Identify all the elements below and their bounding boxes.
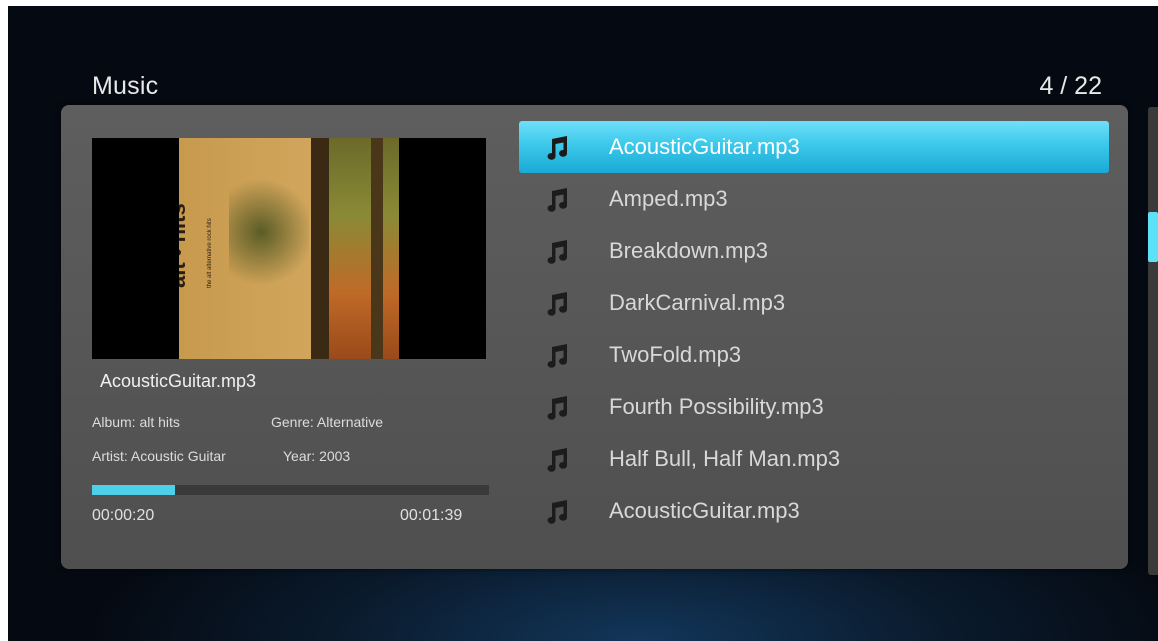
genre-info: Genre: Alternative bbox=[271, 414, 384, 430]
playlist-item[interactable]: Half Bull, Half Man.mp3 bbox=[519, 433, 1109, 485]
playlist-item-label: AcousticGuitar.mp3 bbox=[609, 498, 800, 523]
total-time: 00:01:39 bbox=[400, 507, 463, 524]
music-note-icon bbox=[543, 341, 571, 369]
track-list: AcousticGuitar.mp3 Amped.mp3 Breakdown.mp3… bbox=[519, 121, 1109, 537]
year-info: Year: 2003 bbox=[283, 448, 351, 464]
playlist-item-label: Half Bull, Half Man.mp3 bbox=[609, 446, 841, 471]
playlist-item[interactable]: AcousticGuitar.mp3 bbox=[519, 121, 1109, 173]
scrollbar[interactable] bbox=[1148, 107, 1158, 575]
playlist-item[interactable]: Breakdown.mp3 bbox=[519, 225, 1109, 277]
now-playing-track-name: AcousticGuitar.mp3 bbox=[100, 371, 257, 391]
scrollbar-thumb[interactable] bbox=[1148, 211, 1158, 262]
playlist-item[interactable]: Fourth Possibility.mp3 bbox=[519, 381, 1109, 433]
album-art-subtitle: the alt alternative rock hits bbox=[207, 218, 213, 288]
music-note-icon bbox=[543, 185, 571, 213]
music-note-icon bbox=[543, 289, 571, 317]
playback-progress-bar[interactable] bbox=[92, 485, 489, 495]
page-title: Music bbox=[92, 72, 159, 100]
playlist-item-label: TwoFold.mp3 bbox=[609, 342, 742, 367]
music-note-icon bbox=[543, 237, 571, 265]
playlist-item-label: AcousticGuitar.mp3 bbox=[609, 134, 800, 159]
music-note-icon bbox=[543, 133, 571, 161]
music-note-icon bbox=[543, 497, 571, 525]
playlist-item[interactable]: TwoFold.mp3 bbox=[519, 329, 1109, 381]
album-art-logo: alt • hits bbox=[179, 203, 190, 288]
music-browser-screen: Music 4 / 22 alt • hits the alt alternat… bbox=[8, 6, 1158, 641]
playlist-item-label: Amped.mp3 bbox=[609, 186, 728, 211]
album-art: alt • hits the alt alternative rock hits bbox=[92, 138, 486, 359]
artist-info: Artist: Acoustic Guitar bbox=[92, 448, 226, 464]
album-cover-image: alt • hits the alt alternative rock hits bbox=[179, 138, 399, 359]
page-counter: 4 / 22 bbox=[1039, 72, 1102, 100]
main-panel: alt • hits the alt alternative rock hits… bbox=[61, 105, 1128, 569]
elapsed-time: 00:00:20 bbox=[92, 507, 155, 524]
playlist-item[interactable]: AcousticGuitar.mp3 bbox=[519, 485, 1109, 537]
playlist-item[interactable]: DarkCarnival.mp3 bbox=[519, 277, 1109, 329]
playlist-item[interactable]: Amped.mp3 bbox=[519, 173, 1109, 225]
playlist-item-label: Fourth Possibility.mp3 bbox=[609, 394, 824, 419]
music-note-icon bbox=[543, 445, 571, 473]
playlist-item-label: Breakdown.mp3 bbox=[609, 238, 768, 263]
album-info: Album: alt hits bbox=[92, 414, 180, 430]
playlist-item-label: DarkCarnival.mp3 bbox=[609, 290, 786, 315]
music-note-icon bbox=[543, 393, 571, 421]
playback-progress-fill bbox=[92, 485, 176, 495]
